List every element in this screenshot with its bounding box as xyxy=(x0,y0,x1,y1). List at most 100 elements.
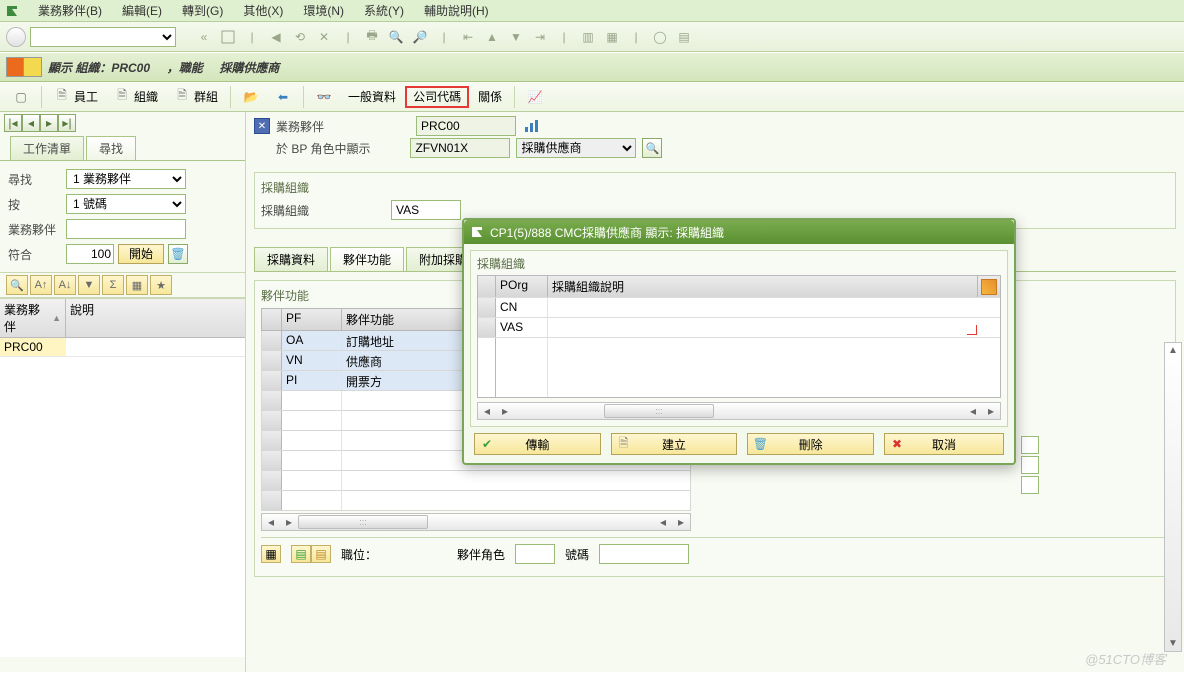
findnext-icon[interactable]: 🔎 xyxy=(410,27,430,47)
find-icon[interactable]: 🔍 xyxy=(386,27,406,47)
scroll-left-icon[interactable]: ◂ xyxy=(478,404,496,418)
sort-asc-button[interactable]: A↑ xyxy=(30,275,52,295)
table-row[interactable] xyxy=(261,471,691,491)
role-code-field[interactable] xyxy=(410,138,510,158)
bp-field[interactable] xyxy=(416,116,516,136)
popup-row[interactable]: VAS xyxy=(478,317,1000,337)
insert-row-button[interactable]: ▤ xyxy=(291,545,311,563)
transfer-button[interactable]: ✔ 傳輸 xyxy=(474,433,601,455)
col-pf[interactable]: PF xyxy=(282,309,342,330)
scroll-left2-icon[interactable]: ▸ xyxy=(496,404,514,418)
popup-col-porg[interactable]: POrg xyxy=(496,276,548,297)
create-button[interactable]: 🗎 建立 xyxy=(611,433,738,455)
row-checkbox[interactable] xyxy=(1021,456,1039,474)
scroll-right-icon[interactable]: ◂ xyxy=(964,404,982,418)
sum-button[interactable]: Σ xyxy=(102,275,124,295)
menu-system[interactable]: 系統(Y) xyxy=(354,2,414,19)
scroll-thumb[interactable]: ::: xyxy=(604,404,714,418)
sort-desc-button[interactable]: A↓ xyxy=(54,275,76,295)
find-select[interactable]: 1 業務夥伴 xyxy=(66,169,186,189)
newsession-icon[interactable]: ▥ xyxy=(578,27,598,47)
tab-find[interactable]: 尋找 xyxy=(86,136,136,160)
menu-edit[interactable]: 編輯(E) xyxy=(112,2,172,19)
scroll-right2-icon[interactable]: ▸ xyxy=(672,515,690,529)
print-icon[interactable]: 🖶 xyxy=(362,27,382,47)
by-select[interactable]: 1 號碼 xyxy=(66,194,186,214)
number-field[interactable] xyxy=(599,544,689,564)
firstpage-icon[interactable]: ⇤ xyxy=(458,27,478,47)
start-button[interactable]: 開始 xyxy=(118,244,164,264)
scroll-up-icon[interactable]: ▲ xyxy=(1168,345,1178,356)
nav-prev-button[interactable]: ◂ xyxy=(22,114,40,132)
customize-icon[interactable]: ▤ xyxy=(674,27,694,47)
lastpage-icon[interactable]: ⇥ xyxy=(530,27,550,47)
result-col-bp[interactable]: 業務夥伴▲ xyxy=(0,299,66,337)
relation-button[interactable]: 關係 xyxy=(471,86,509,108)
popup-header[interactable]: CP1(5)/888 CMC採購供應商 顯示: 採購組織 xyxy=(464,220,1014,244)
locator-button[interactable]: ▢ xyxy=(6,86,36,108)
role-select[interactable]: 採購供應商 xyxy=(516,138,636,158)
popup-row[interactable]: CN xyxy=(478,297,1000,317)
scroll-left-icon[interactable]: ◂ xyxy=(262,515,280,529)
back-bp-button[interactable]: ⬅ xyxy=(268,86,298,108)
delete-row-button[interactable]: ▤ xyxy=(311,545,331,563)
popup-col-desc[interactable]: 採購組織說明 xyxy=(548,276,978,297)
role-search-button[interactable]: 🔍 xyxy=(642,138,662,158)
cancel-button[interactable]: ✖ 取消 xyxy=(884,433,1004,455)
general-button[interactable]: 一般資料 xyxy=(341,86,403,108)
open-button[interactable]: 📂 xyxy=(236,86,266,108)
overview-button[interactable]: 📈 xyxy=(520,86,550,108)
popup-hscroll[interactable]: ◂ ▸ ::: ◂ ▸ xyxy=(477,402,1001,420)
menu-help[interactable]: 輔助說明(H) xyxy=(414,2,499,19)
command-field[interactable] xyxy=(30,27,176,47)
exit-icon[interactable]: ⟲ xyxy=(290,27,310,47)
menu-goto[interactable]: 轉到(G) xyxy=(172,2,233,19)
back-icon[interactable]: « xyxy=(194,27,214,47)
save-icon[interactable] xyxy=(218,27,238,47)
bp-input[interactable] xyxy=(66,219,186,239)
scroll-right-icon[interactable]: ◂ xyxy=(654,515,672,529)
enter-button[interactable] xyxy=(6,27,26,47)
company-code-button[interactable]: 公司代碼 xyxy=(405,86,469,108)
table-hscroll[interactable]: ◂ ▸ ::: ◂ ▸ xyxy=(261,513,691,531)
partner-role-field[interactable] xyxy=(515,544,555,564)
position-button[interactable]: ▦ xyxy=(261,545,281,563)
layout-button[interactable]: ▦ xyxy=(126,275,148,295)
close-icon[interactable]: ✕ xyxy=(254,118,270,134)
scroll-left2-icon[interactable]: ▸ xyxy=(280,515,298,529)
details-button[interactable]: 🔍 xyxy=(6,275,28,295)
layout-icon[interactable]: ▦ xyxy=(602,27,622,47)
row-checkbox[interactable] xyxy=(1021,476,1039,494)
popup-config-button[interactable] xyxy=(978,276,1000,297)
row-checkbox[interactable] xyxy=(1021,436,1039,454)
scroll-down-icon[interactable]: ▼ xyxy=(1168,638,1178,649)
nav-last-button[interactable]: ▸| xyxy=(58,114,76,132)
group-button[interactable]: 🗎群組 xyxy=(167,86,225,108)
help-icon[interactable]: ◯ xyxy=(650,27,670,47)
table-row[interactable] xyxy=(261,491,691,511)
subtab-partnerfunc[interactable]: 夥伴功能 xyxy=(330,247,404,271)
employee-button[interactable]: 🗎員工 xyxy=(47,86,105,108)
result-row[interactable]: PRC00 xyxy=(0,338,245,357)
subtab-purchdata[interactable]: 採購資料 xyxy=(254,247,328,271)
nav-first-button[interactable]: |◂ xyxy=(4,114,22,132)
max-input[interactable] xyxy=(66,244,114,264)
tab-worklist[interactable]: 工作清單 xyxy=(10,136,84,160)
chart-icon[interactable] xyxy=(522,116,542,136)
organization-button[interactable]: 🗎組織 xyxy=(107,86,165,108)
purch-org-field[interactable] xyxy=(391,200,461,220)
scroll-right2-icon[interactable]: ▸ xyxy=(982,404,1000,418)
result-col-desc[interactable]: 說明 xyxy=(66,299,245,337)
scroll-thumb[interactable]: ::: xyxy=(298,515,428,529)
prevpage-icon[interactable]: ▲ xyxy=(482,27,502,47)
switch-button[interactable]: 👓 xyxy=(309,86,339,108)
favorite-button[interactable]: ★ xyxy=(150,275,172,295)
delete-button[interactable]: 🗑 刪除 xyxy=(747,433,874,455)
back-arrow-icon[interactable]: ◀ xyxy=(266,27,286,47)
menu-env[interactable]: 環境(N) xyxy=(293,2,354,19)
detail-vscroll[interactable]: ▲ ▼ xyxy=(1164,342,1182,652)
clear-button[interactable]: 🗑 xyxy=(168,244,188,264)
cancel-icon[interactable]: ✕ xyxy=(314,27,334,47)
nav-next-button[interactable]: ▸ xyxy=(40,114,58,132)
nextpage-icon[interactable]: ▼ xyxy=(506,27,526,47)
